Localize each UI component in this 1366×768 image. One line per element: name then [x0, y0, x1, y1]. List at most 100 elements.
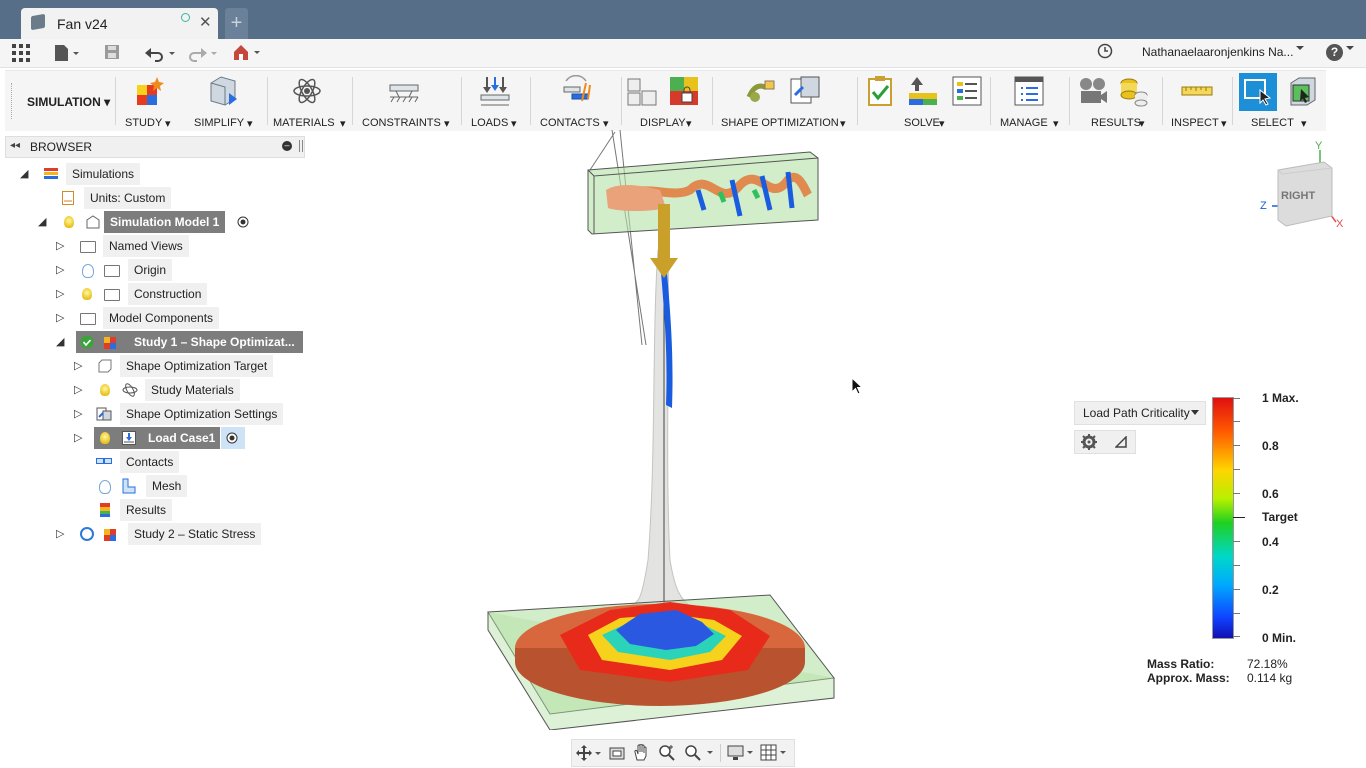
collapsed-triangle-icon[interactable]: ▷: [56, 235, 64, 257]
study-icon: [104, 337, 116, 349]
gear-icon[interactable]: [1081, 434, 1097, 450]
collapsed-triangle-icon[interactable]: ▷: [74, 379, 82, 401]
display-label: DISPLAY: [640, 117, 686, 129]
simplify-icon: [210, 76, 237, 106]
tree-label-named-views: Named Views: [103, 235, 189, 257]
model-viewport[interactable]: [470, 130, 850, 730]
save-icon[interactable]: [104, 44, 120, 64]
pre-check-icon: [868, 76, 892, 106]
study-group[interactable]: STUDY ▾: [125, 71, 181, 131]
visibility-bulb-icon[interactable]: [100, 384, 110, 396]
collapsed-triangle-icon[interactable]: ▷: [56, 523, 64, 545]
help-button[interactable]: ?: [1326, 44, 1343, 61]
result-type-label: Load Path Criticality: [1083, 406, 1190, 420]
tree-label-simulations: Simulations: [66, 163, 141, 185]
apps-grid-icon[interactable]: [12, 44, 30, 64]
manage-settings-icon: [1014, 76, 1044, 106]
loads-group[interactable]: LOADS ▾: [471, 71, 521, 131]
expanded-triangle-icon[interactable]: ◢: [20, 163, 28, 185]
user-account-menu[interactable]: Nathanaelaaronjenkins Na...: [1142, 45, 1293, 59]
results-group[interactable]: RESULTS ▾: [1077, 71, 1157, 131]
look-at-icon[interactable]: [609, 745, 625, 761]
viewcube[interactable]: RIGHT Z X Y: [1254, 140, 1354, 240]
display-settings-icon[interactable]: [727, 744, 755, 761]
home-icon[interactable]: [232, 43, 262, 63]
legend-tick: [1233, 636, 1240, 637]
workspace-switcher[interactable]: SIMULATION ▾: [27, 95, 110, 109]
collapsed-triangle-icon[interactable]: ▷: [74, 355, 82, 377]
document-tab[interactable]: Fan v24 ✕: [21, 8, 218, 39]
browser-pin-icon[interactable]: [299, 140, 303, 152]
tree-label-origin: Origin: [128, 259, 173, 281]
legend-tick: [1233, 398, 1240, 399]
undo-icon[interactable]: [144, 44, 176, 64]
browser-header: ◂◂ BROWSER –: [5, 136, 305, 158]
materials-group[interactable]: MATERIALS ▾: [273, 71, 353, 131]
mass-ratio-label: Mass Ratio:: [1147, 657, 1215, 671]
orbit-icon[interactable]: [576, 745, 602, 761]
collapsed-triangle-icon[interactable]: ▷: [56, 259, 64, 281]
result-type-dropdown[interactable]: Load Path Criticality: [1074, 401, 1206, 425]
shape-optimization-group[interactable]: SHAPE OPTIMIZATION ▾: [721, 71, 847, 131]
shape-target-icon: [98, 359, 112, 373]
minimize-browser-icon[interactable]: –: [282, 141, 292, 151]
constraints-group[interactable]: CONSTRAINTS ▾: [362, 71, 452, 131]
collapsed-triangle-icon[interactable]: ▷: [74, 427, 82, 449]
shape-settings-icon: [96, 407, 112, 421]
shape-optimization-icon: [746, 80, 775, 102]
legend-min-label: 0 Min.: [1262, 631, 1297, 645]
study-label: STUDY: [125, 117, 163, 129]
legend-target-tick: [1233, 517, 1245, 518]
new-tab-button[interactable]: +: [225, 8, 248, 39]
visibility-bulb-icon[interactable]: [99, 480, 111, 494]
collapsed-triangle-icon[interactable]: ▷: [56, 283, 64, 305]
expanded-triangle-icon[interactable]: ◢: [38, 211, 46, 233]
fit-zoom-icon[interactable]: [684, 744, 714, 761]
results-label: RESULTS: [1091, 117, 1141, 129]
legend-tick-label: 0.6: [1262, 487, 1279, 501]
materials-atom-icon: [293, 78, 321, 104]
legend-tick: [1233, 469, 1240, 470]
ribbon-grip: [11, 83, 14, 119]
expanded-triangle-icon[interactable]: ◢: [56, 331, 64, 353]
select-group[interactable]: SELECT ▾: [1237, 71, 1327, 131]
visibility-bulb-icon[interactable]: [100, 432, 110, 444]
shape-optimization-label: SHAPE OPTIMIZATION: [721, 117, 839, 129]
viewcube-face-label[interactable]: RIGHT: [1281, 190, 1315, 202]
job-status-clock-icon[interactable]: [1097, 43, 1113, 63]
solve-group[interactable]: SOLVE ▾: [863, 71, 987, 131]
inspect-group[interactable]: INSPECT ▾: [1171, 71, 1231, 131]
simplify-group[interactable]: SIMPLIFY ▾: [193, 71, 263, 131]
units-doc-icon: [62, 191, 74, 205]
visibility-bulb-icon[interactable]: [64, 216, 74, 228]
activate-radio-icon[interactable]: [237, 216, 249, 228]
simplify-label: SIMPLIFY: [194, 117, 245, 129]
activate-radio-icon[interactable]: [226, 432, 238, 444]
browser-tree: ◢ Simulations Units: Custom ◢ Simulation…: [0, 160, 305, 550]
grid-settings-icon[interactable]: [760, 744, 790, 761]
close-tab-button[interactable]: ✕: [199, 13, 212, 31]
collapse-browser-icon[interactable]: ◂◂: [10, 140, 20, 151]
legend-tick-label: 0.2: [1262, 583, 1279, 597]
contacts-label: CONTACTS: [540, 117, 600, 129]
file-menu-icon[interactable]: [54, 44, 80, 64]
select-through-icon: [1290, 77, 1316, 106]
display-group[interactable]: DISPLAY ▾: [626, 71, 702, 131]
legend-tick: [1233, 541, 1240, 542]
contacts-group[interactable]: CONTACTS ▾: [540, 71, 616, 131]
tree-label-study-1: Study 1 – Shape Optimizat...: [134, 335, 295, 349]
tree-label-model-components: Model Components: [103, 307, 220, 329]
document-cube-icon: [31, 13, 45, 31]
resize-corner-icon[interactable]: [1115, 436, 1127, 448]
collapsed-triangle-icon[interactable]: ▷: [74, 403, 82, 425]
visibility-bulb-icon[interactable]: [82, 264, 94, 278]
navigation-toolbar: [571, 739, 795, 767]
visibility-bulb-icon[interactable]: [82, 288, 92, 300]
zoom-icon[interactable]: [658, 744, 676, 761]
collapsed-triangle-icon[interactable]: ▷: [56, 307, 64, 329]
folder-icon: [80, 313, 96, 325]
manage-group[interactable]: MANAGE ▾: [1000, 71, 1060, 131]
redo-icon[interactable]: [186, 44, 218, 64]
mouse-cursor-icon: [851, 377, 863, 395]
pan-hand-icon[interactable]: [633, 744, 649, 761]
